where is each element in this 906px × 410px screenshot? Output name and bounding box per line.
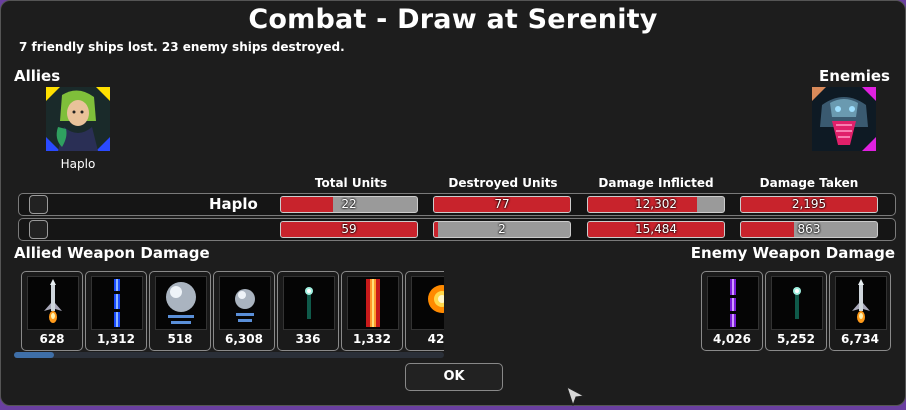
- weapon-damage-value: 42: [427, 332, 444, 346]
- allies-header: Allies: [14, 67, 61, 85]
- blue-beam-icon: [91, 276, 143, 330]
- weapon-tile[interactable]: 518: [149, 271, 211, 351]
- weapon-tile[interactable]: 6,308: [213, 271, 275, 351]
- total-units-bar: 59: [280, 221, 418, 238]
- damage-taken-value: 2,195: [791, 197, 827, 211]
- damage-inflicted-value: 15,484: [635, 222, 677, 236]
- enemy-weapon-list[interactable]: 4,026 5,252 6,734: [701, 271, 897, 351]
- destroyed-units-bar: 2: [433, 221, 571, 238]
- weapon-tile[interactable]: 5,252: [765, 271, 827, 351]
- allied-weapon-damage-header: Allied Weapon Damage: [14, 244, 210, 262]
- enemy-weapon-damage-header: Enemy Weapon Damage: [690, 244, 895, 262]
- weapon-damage-value: 336: [295, 332, 321, 346]
- small-orb-icon: [219, 276, 271, 330]
- weapon-damage-value: 1,312: [97, 332, 135, 346]
- missile-icon: [27, 276, 79, 330]
- combat-summary: 7 friendly ships lost. 23 enemy ships de…: [19, 40, 345, 54]
- damage-inflicted-bar: 12,302: [587, 196, 725, 213]
- weapon-tile[interactable]: 628: [21, 271, 83, 351]
- ok-button[interactable]: OK: [405, 363, 503, 391]
- destroyed-units-bar: 77: [433, 196, 571, 213]
- weapon-tile[interactable]: 42: [405, 271, 444, 351]
- total-units-bar: 22: [280, 196, 418, 213]
- weapon-damage-value: 518: [167, 332, 193, 346]
- weapon-damage-value: 4,026: [713, 332, 751, 346]
- scrollbar-thumb[interactable]: [14, 352, 54, 358]
- ally-portrait-name: Haplo: [60, 157, 96, 171]
- weapon-tile[interactable]: 6,734: [829, 271, 891, 351]
- combat-row-enemy[interactable]: 59 2 15,484 863: [18, 218, 896, 241]
- fireball-icon: [411, 276, 444, 330]
- column-header-total-units: Total Units: [314, 176, 388, 190]
- allied-weapon-list[interactable]: 628 1,312 518 6,308 336 1,332 42: [21, 271, 444, 351]
- destroyed-units-value: 77: [494, 197, 510, 211]
- allied-weapons-scrollbar[interactable]: [14, 352, 444, 358]
- mouse-cursor-icon: [566, 385, 586, 410]
- dialog-title: Combat - Draw at Serenity: [248, 4, 658, 35]
- missile-icon: [835, 276, 887, 330]
- weapon-tile[interactable]: 336: [277, 271, 339, 351]
- damage-taken-bar: 863: [740, 221, 878, 238]
- enemies-header: Enemies: [819, 67, 890, 85]
- weapon-damage-value: 6,734: [841, 332, 879, 346]
- teal-torpedo-icon: [283, 276, 335, 330]
- damage-taken-value: 863: [797, 222, 821, 236]
- total-units-value: 59: [341, 222, 357, 236]
- row-player-name: Haplo: [209, 195, 258, 213]
- total-units-value: 22: [341, 197, 357, 211]
- column-header-damage-taken: Damage Taken: [759, 176, 859, 190]
- ally-portrait-avatar[interactable]: [46, 87, 110, 151]
- weapon-damage-value: 628: [39, 332, 65, 346]
- column-header-destroyed-units: Destroyed Units: [448, 176, 558, 190]
- weapon-damage-value: 5,252: [777, 332, 815, 346]
- purple-beam-icon: [707, 276, 759, 330]
- weapon-tile[interactable]: 4,026: [701, 271, 763, 351]
- enemy-portrait-avatar[interactable]: [812, 87, 876, 151]
- damage-taken-bar: 2,195: [740, 196, 878, 213]
- red-beam-icon: [347, 276, 399, 330]
- combat-row-haplo[interactable]: Haplo 22 77 12,302 2,195: [18, 193, 896, 216]
- damage-inflicted-value: 12,302: [635, 197, 677, 211]
- column-header-damage-inflicted: Damage Inflicted: [598, 176, 714, 190]
- weapon-tile[interactable]: 1,312: [85, 271, 147, 351]
- destroyed-units-value: 2: [498, 222, 506, 236]
- row-checkbox[interactable]: [29, 220, 48, 239]
- damage-inflicted-bar: 15,484: [587, 221, 725, 238]
- weapon-damage-value: 1,332: [353, 332, 391, 346]
- weapon-damage-value: 6,308: [225, 332, 263, 346]
- shield-orb-icon: [155, 276, 207, 330]
- weapon-tile[interactable]: 1,332: [341, 271, 403, 351]
- teal-torpedo-icon: [771, 276, 823, 330]
- row-checkbox[interactable]: [29, 195, 48, 214]
